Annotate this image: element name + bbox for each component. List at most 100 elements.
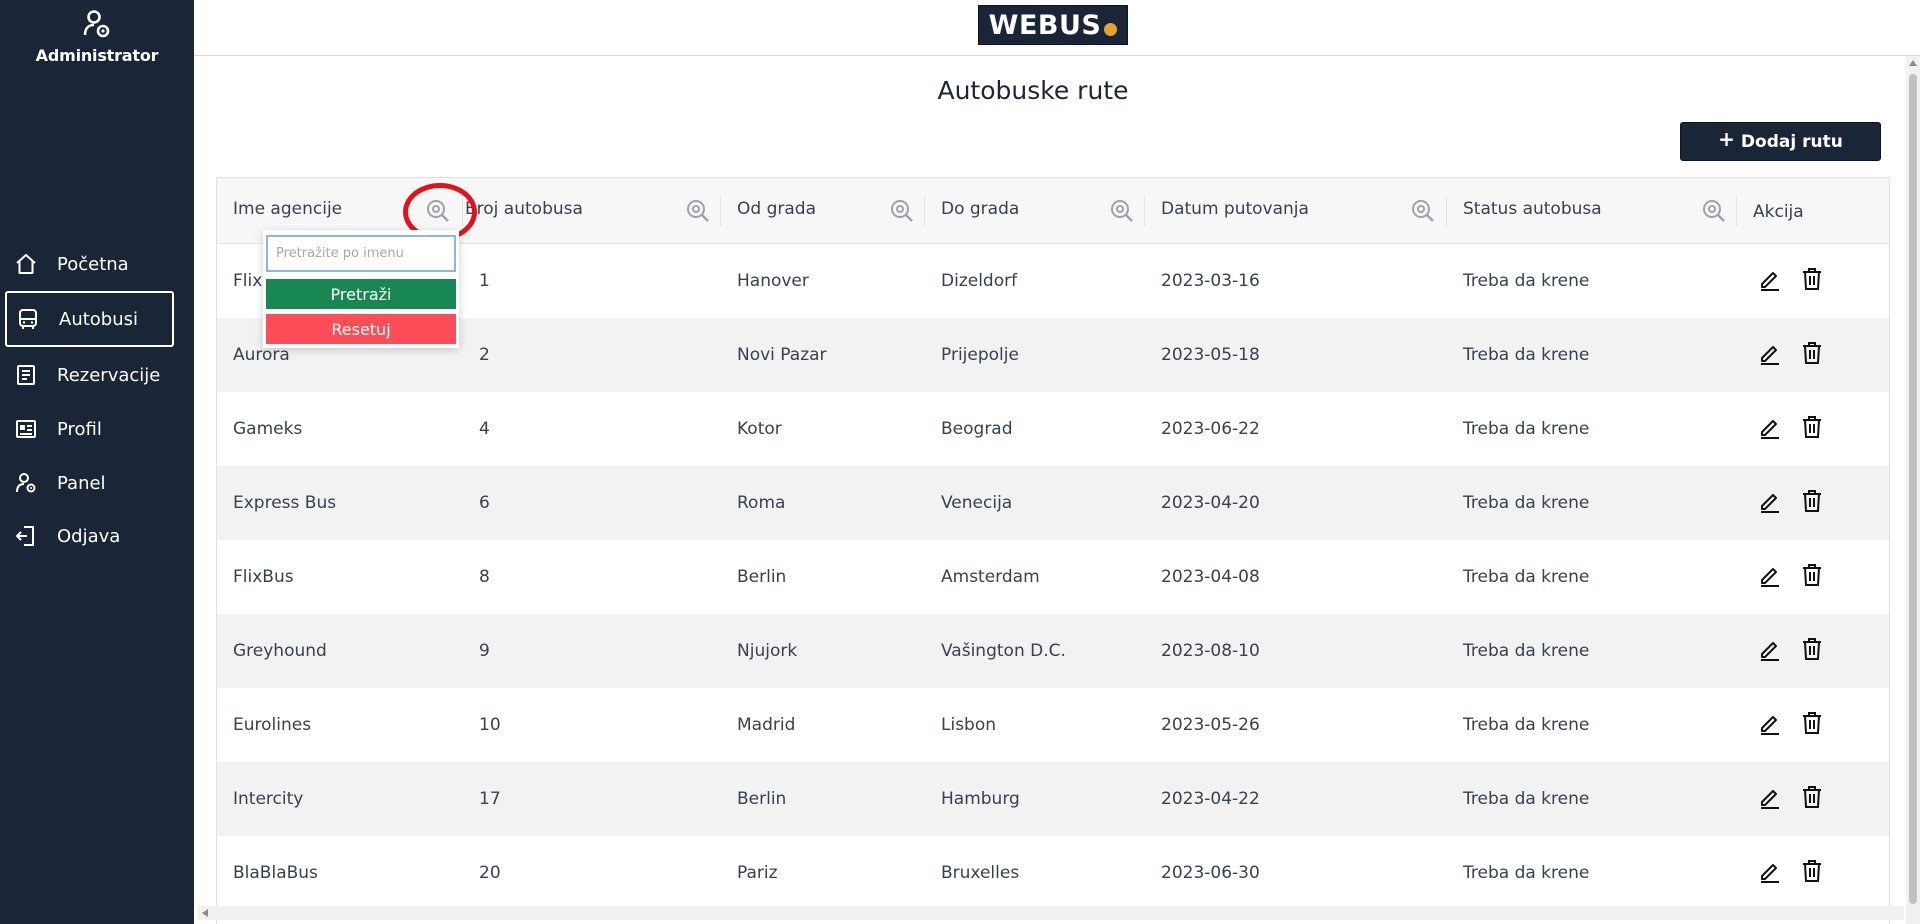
search-filter-icon[interactable] [1410,198,1436,224]
search-filter-icon[interactable] [1109,198,1135,224]
table-cell: 10 [479,715,501,735]
sidebar-item-profil[interactable]: Profil [5,401,174,457]
search-filter-icon[interactable] [685,198,711,224]
search-filter-icon[interactable] [1701,198,1727,224]
trash-icon[interactable] [1799,784,1825,810]
table-cell: Aurora [233,345,290,365]
table-cell: Treba da krene [1463,863,1590,883]
table-cell: Njujork [737,641,798,661]
trash-icon[interactable] [1799,488,1825,514]
home-icon [13,251,39,277]
table-cell: 9 [479,641,490,661]
table-cell: Express Bus [233,493,337,513]
table-cell: Treba da krene [1463,715,1590,735]
table-cell: Kotor [737,419,782,439]
scroll-up-icon[interactable] [1909,60,1917,66]
add-route-label: Dodaj rutu [1740,131,1843,152]
edit-icon[interactable] [1757,858,1783,884]
sidebar-item-label: Autobusi [59,308,139,330]
search-filter-icon[interactable] [889,198,915,224]
table-cell: Bruxelles [941,863,1020,883]
table-header: Ime agencije Broj autobusa Od grada Do g… [217,178,1889,244]
edit-icon[interactable] [1757,266,1783,292]
table-cell: 2023-04-20 [1161,493,1260,513]
edit-icon[interactable] [1757,488,1783,514]
edit-icon[interactable] [1757,340,1783,366]
table-cell: Treba da krene [1463,345,1590,365]
sidebar-item-rezervacije[interactable]: Rezervacije [5,347,174,403]
search-button[interactable]: Pretraži [266,279,456,309]
trash-icon[interactable] [1799,562,1825,588]
id-card-icon [13,416,39,442]
sidebar-item-odjava[interactable]: Odjava [5,508,174,564]
logo-text: WEBUS [988,9,1102,41]
table-cell: 20 [479,863,501,883]
table-cell: Vašington D.C. [941,641,1066,661]
table-cell: Treba da krene [1463,567,1590,587]
trash-icon[interactable] [1799,858,1825,884]
table-row: Greyhound 9 Njujork Vašington D.C. 2023-08-1… [217,614,1889,688]
sidebar-item-label: Odjava [57,525,121,547]
column-header-travel-date: Datum putovanja [1145,178,1447,244]
trash-icon[interactable] [1799,266,1825,292]
sidebar-item-autobusi[interactable]: Autobusi [5,291,174,347]
sidebar-item-label: Početna [57,253,129,275]
user-gear-icon [83,10,110,38]
user-gear-icon [13,470,39,496]
table-cell: 8 [479,567,490,587]
scroll-left-icon[interactable] [202,909,208,917]
table-row: FlixBus 8 Berlin Amsterdam 2023-04-08 Treba d… [217,540,1889,614]
scrollbar-thumb[interactable] [1909,74,1917,904]
table-cell: Novi Pazar [737,345,827,365]
trash-icon[interactable] [1799,414,1825,440]
agency-search-input[interactable] [266,235,456,272]
edit-icon[interactable] [1757,784,1783,810]
trash-icon[interactable] [1799,636,1825,662]
table-cell: Amsterdam [941,567,1040,587]
edit-icon[interactable] [1757,414,1783,440]
table-row: BlaBlaBus 20 Pariz Bruxelles 2023-06-30 Treba… [217,836,1889,910]
table-cell: Madrid [737,715,796,735]
sidebar-item-pocetna[interactable]: Početna [5,236,174,292]
webus-logo[interactable]: WEBUS [978,5,1128,45]
table-cell: Lisbon [941,715,997,735]
table-cell: 6 [479,493,490,513]
table-cell: BlaBlaBus [233,863,318,883]
table-cell: Eurolines [233,715,312,735]
table-cell: Prijepolje [941,345,1019,365]
table-row: Eurolines 10 Madrid Lisbon 2023-05-26 Treba d… [217,688,1889,762]
reset-button[interactable]: Resetuj [266,314,456,344]
column-header-from-city: Od grada [721,178,925,244]
search-filter-icon[interactable] [425,198,451,224]
sidebar-item-panel[interactable]: Panel [5,455,174,511]
trash-icon[interactable] [1799,710,1825,736]
table-cell: Venecija [941,493,1013,513]
logo-dot-icon [1104,22,1118,36]
logout-icon [13,523,39,549]
table-cell: Treba da krene [1463,641,1590,661]
table-cell: Intercity [233,789,304,809]
horizontal-scrollbar[interactable] [198,906,1904,920]
table-row: Gameks 4 Kotor Beograd 2023-06-22 Treba da kr… [217,392,1889,466]
table-cell: 2023-05-26 [1161,715,1260,735]
table-row: FlixBus1HanoverDizeldorf2023-03-16Treba … [217,244,1889,318]
edit-icon[interactable] [1757,562,1783,588]
table-row: Express Bus 6 Roma Venecija 2023-04-20 Treba … [217,466,1889,540]
trash-icon[interactable] [1799,340,1825,366]
column-header-bus-status: Status autobusa [1447,178,1737,244]
table-cell: Treba da krene [1463,271,1590,291]
vertical-scrollbar[interactable] [1906,56,1920,924]
table-row: Intercity 17 Berlin Hamburg 2023-04-22 Treba … [217,762,1889,836]
edit-icon[interactable] [1757,710,1783,736]
admin-label: Administrator [35,46,159,65]
edit-icon[interactable] [1757,636,1783,662]
table-cell: 2023-05-18 [1161,345,1260,365]
table-cell: Treba da krene [1463,789,1590,809]
column-header-bus-number: Broj autobusa [463,178,721,244]
table-cell: Pariz [737,863,778,883]
table-cell: 2023-06-22 [1161,419,1260,439]
add-route-button[interactable]: + Dodaj rutu [1680,122,1881,161]
table-cell: Beograd [941,419,1013,439]
table-cell: FlixBus [233,567,294,587]
table-cell: Gameks [233,419,303,439]
